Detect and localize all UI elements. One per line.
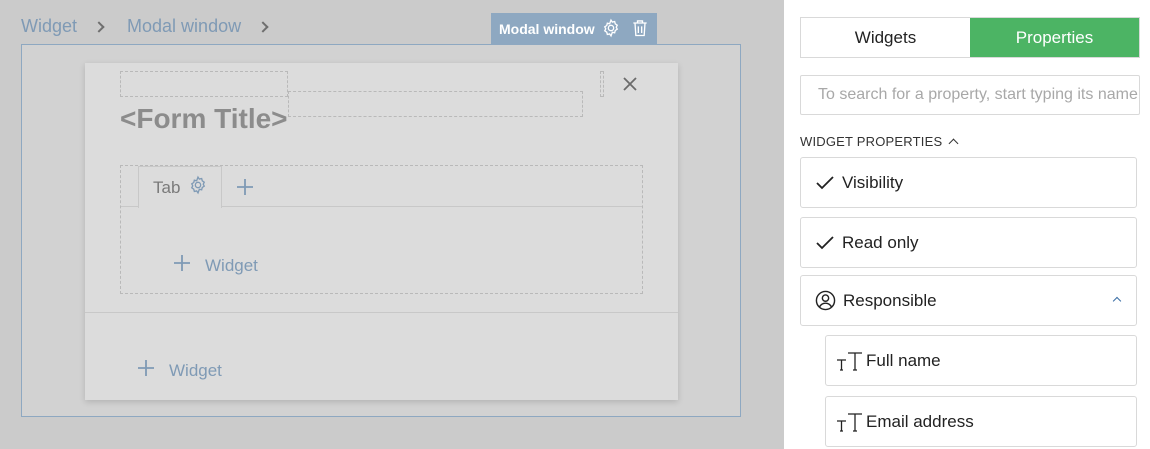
breadcrumb-modal-window[interactable]: Modal window [127,16,241,37]
tab-tab[interactable]: Tab [138,166,222,208]
text-type-icon [836,351,864,371]
property-responsible[interactable]: Responsible [800,275,1137,326]
subtitle-placeholder-box [288,91,583,117]
property-read-only[interactable]: Read only [800,217,1137,268]
breadcrumb-widget[interactable]: Widget [21,16,77,37]
responsible-field-email-address[interactable]: Email address [825,396,1137,447]
plus-icon [137,359,155,382]
text-type-icon [836,412,864,432]
tab-label: Tab [153,177,181,197]
section-title: WIDGET PROPERTIES [800,134,943,149]
chevron-up-icon [948,138,959,149]
property-visibility[interactable]: Visibility [800,157,1137,208]
tabs-widget: Tab Widget [120,165,643,294]
add-widget-label: Widget [205,255,258,275]
property-label: Visibility [842,172,904,192]
chevron-right-icon [257,20,269,33]
property-label: Read only [842,232,919,252]
chevron-right-icon [93,20,105,33]
tabs-bar: Tab [121,166,642,208]
add-widget-label: Widget [169,360,222,380]
tab-widgets[interactable]: Widgets [801,18,970,57]
modal-window-tag[interactable]: Modal window [491,13,657,44]
check-icon [815,173,835,193]
properties-panel: Widgets Properties WIDGET PROPERTIES Vis… [784,0,1150,449]
chevron-up-icon[interactable] [1112,296,1122,306]
form-title[interactable]: <Form Title> [120,103,288,135]
add-widget-button[interactable]: Widget [173,254,258,277]
add-widget-button[interactable]: Widget [137,359,222,382]
check-icon [815,233,835,253]
field-label: Full name [866,350,941,370]
trash-icon[interactable] [630,18,650,41]
modal-divider [85,312,678,313]
user-circle-icon [815,290,836,311]
add-tab-icon[interactable] [235,177,255,197]
responsible-field-full-name[interactable]: Full name [825,335,1137,386]
modal-window: <Form Title> Tab Widget Widget [85,63,678,400]
field-label: Email address [866,411,974,431]
property-search-input[interactable] [800,75,1140,115]
close-icon[interactable] [621,75,639,93]
breadcrumb: Widget Modal window [21,16,291,37]
plus-icon [173,254,191,277]
panel-tabbar: Widgets Properties [800,17,1140,58]
gear-icon[interactable] [188,175,208,200]
header-action-placeholder [600,71,604,97]
tab-properties[interactable]: Properties [970,18,1139,57]
property-label: Responsible [843,290,937,310]
designer-canvas: Widget Modal window Modal window <Form T… [0,0,784,449]
widget-properties-header[interactable]: WIDGET PROPERTIES [800,134,959,149]
gear-icon[interactable] [601,18,621,41]
modal-window-tag-label: Modal window [499,20,595,37]
title-placeholder-box [120,71,288,97]
